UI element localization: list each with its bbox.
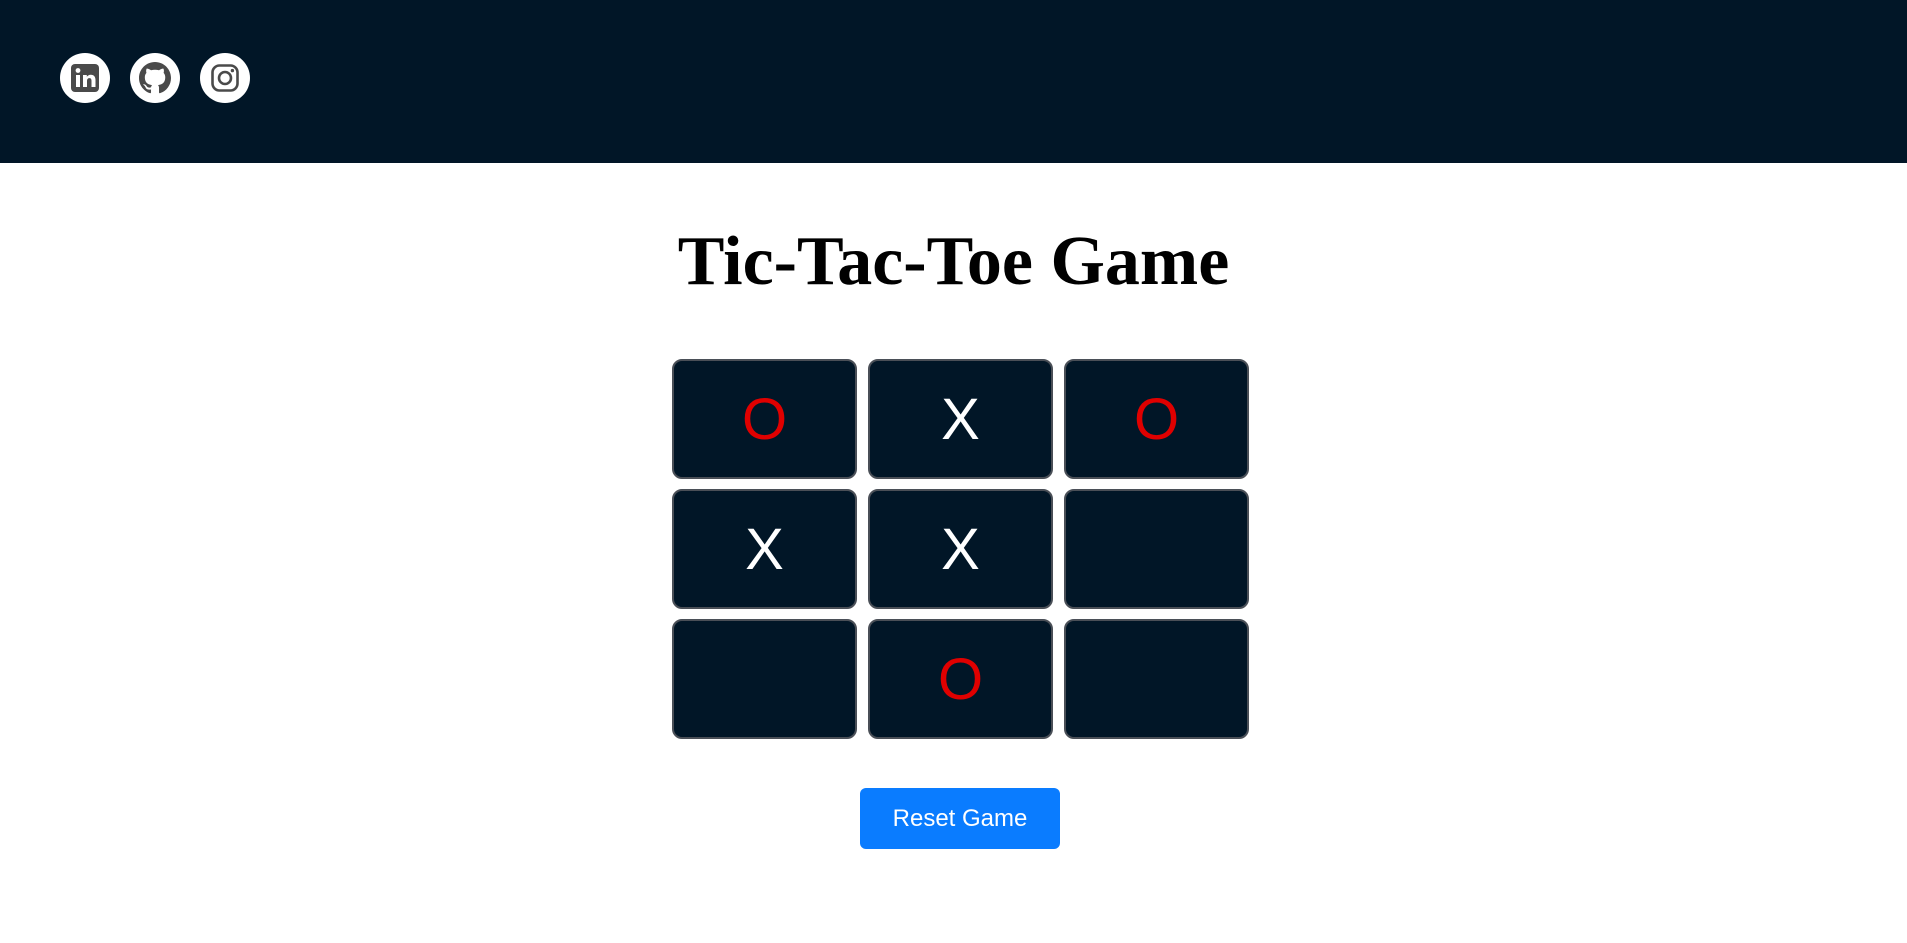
- github-icon: [139, 62, 171, 94]
- site-header: [0, 0, 1907, 163]
- board-cell[interactable]: O: [1064, 359, 1249, 479]
- board-cell[interactable]: O: [672, 359, 857, 479]
- board-cell[interactable]: [672, 619, 857, 739]
- board-cell[interactable]: X: [672, 489, 857, 609]
- reset-game-button[interactable]: Reset Game: [860, 788, 1060, 849]
- social-links: [60, 53, 250, 103]
- page-title: Tic-Tac-Toe Game: [677, 223, 1230, 300]
- linkedin-link[interactable]: [60, 53, 110, 103]
- board-cell[interactable]: X: [868, 489, 1053, 609]
- github-link[interactable]: [130, 53, 180, 103]
- board-cell[interactable]: [1064, 489, 1249, 609]
- board-cell[interactable]: X: [868, 359, 1053, 479]
- instagram-icon: [211, 64, 239, 92]
- instagram-link[interactable]: [200, 53, 250, 103]
- board-cell[interactable]: O: [868, 619, 1053, 739]
- board-cell[interactable]: [1064, 619, 1249, 739]
- linkedin-icon: [71, 64, 99, 92]
- game-board: O X O X X O: [672, 359, 1249, 739]
